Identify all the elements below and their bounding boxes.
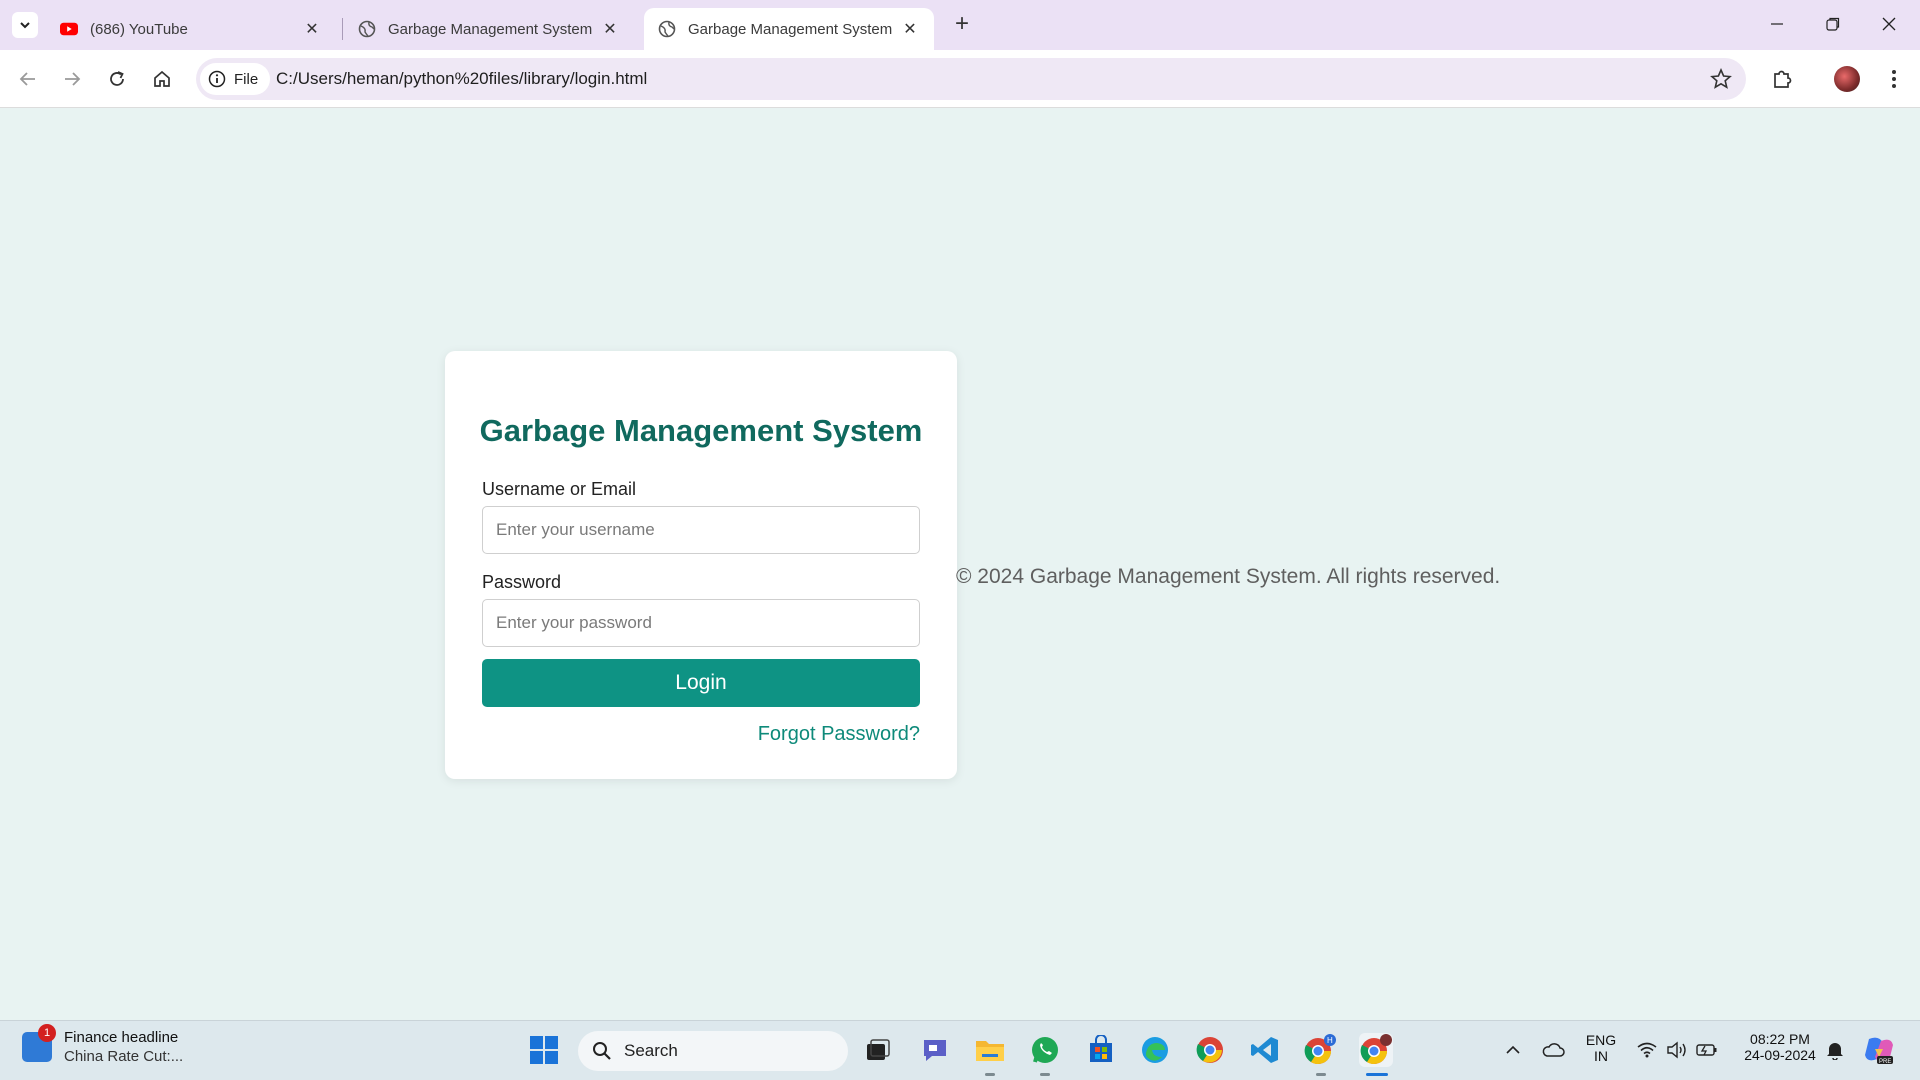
wifi-icon[interactable] [1630,1033,1664,1067]
site-info-chip[interactable]: File [200,63,271,95]
whatsapp-icon[interactable] [1028,1033,1062,1067]
edge-browser-icon[interactable] [1138,1033,1172,1067]
file-explorer-icon[interactable] [973,1033,1007,1067]
more-vertical-icon [1892,70,1896,88]
tab-title: (686) YouTube [90,20,188,38]
login-card: Garbage Management System Username or Em… [445,351,957,779]
restore-icon [1826,17,1840,31]
reload-button[interactable] [101,63,133,95]
home-button[interactable] [146,63,178,95]
volume-icon[interactable] [1660,1033,1694,1067]
browser-toolbar: File C:/Users/heman/python%20files/libra… [0,50,1920,108]
show-hidden-icons-button[interactable] [1496,1033,1530,1067]
svg-text:H: H [1327,1036,1333,1045]
news-widget[interactable]: 1 Finance headline China Rate Cut:... [22,1024,184,1065]
arrow-right-icon [65,72,81,86]
teams-chat-icon[interactable] [918,1033,952,1067]
running-indicator [1316,1073,1326,1076]
profile-button[interactable] [1831,63,1863,95]
tab-title: Garbage Management System [388,20,593,38]
news-subtitle: China Rate Cut:... [64,1048,184,1065]
forward-button[interactable] [56,63,88,95]
minimize-icon [1771,23,1783,25]
copyright-footer: © 2024 Garbage Management System. All ri… [956,565,1501,588]
tab-garbage-1[interactable]: Garbage Management System ✕ [344,8,634,50]
language-code: ENG [1585,1032,1617,1048]
news-headline: Finance headline [64,1029,179,1046]
microsoft-store-icon[interactable] [1084,1033,1118,1067]
news-icon: 1 [22,1024,56,1062]
address-bar[interactable]: File C:/Users/heman/python%20files/libra… [196,58,1746,100]
url-text[interactable]: C:/Users/heman/python%20files/library/lo… [276,69,647,89]
battery-icon[interactable] [1690,1033,1724,1067]
password-label: Password [482,572,562,592]
search-label: Search [624,1041,678,1060]
running-indicator [1040,1073,1050,1076]
browser-tab-strip: (686) YouTube ✕ Garbage Management Syste… [0,0,1920,50]
svg-text:PRE: PRE [1879,1059,1891,1065]
onedrive-cloud-icon[interactable] [1536,1033,1570,1067]
close-window-button[interactable] [1866,10,1912,40]
notification-badge: 1 [38,1024,56,1042]
globe-icon [358,20,376,38]
clock-date: 24-09-2024 [1744,1047,1816,1063]
back-button[interactable] [12,63,44,95]
arrow-left-icon [19,72,35,86]
bookmark-star-icon[interactable] [1710,68,1732,90]
tab-title: Garbage Management System [688,20,893,38]
tab-divider [342,18,343,40]
chevron-up-icon [1506,1045,1520,1054]
start-button[interactable] [527,1033,561,1067]
taskbar-search[interactable]: Search [578,1031,848,1071]
vscode-icon[interactable] [1248,1033,1282,1067]
close-icon[interactable]: ✕ [600,19,620,39]
browser-menu-button[interactable] [1878,63,1910,95]
running-indicator [985,1073,995,1076]
login-title: Garbage Management System [479,413,923,448]
tab-youtube[interactable]: (686) YouTube ✕ [46,8,336,50]
youtube-icon [60,20,78,38]
file-label: File [234,70,259,88]
close-icon [1882,17,1896,31]
clock-time: 08:22 PM [1750,1031,1810,1047]
password-input[interactable] [482,599,920,647]
info-icon [208,70,226,88]
avatar [1834,66,1860,92]
tab-search-button[interactable] [12,12,38,38]
username-label: Username or Email [482,479,637,499]
windows-taskbar: 1 Finance headline China Rate Cut:... Se… [0,1020,1920,1080]
chrome-icon[interactable] [1193,1033,1227,1067]
close-icon[interactable]: ✕ [900,19,920,39]
chrome-profile-active-icon[interactable] [1359,1033,1393,1067]
active-indicator [1366,1073,1388,1076]
restore-button[interactable] [1810,10,1856,40]
chrome-profile-h-icon[interactable]: H [1303,1033,1337,1067]
region-code: IN [1594,1048,1608,1064]
globe-icon [658,20,676,38]
copilot-icon[interactable]: PRE [1862,1033,1896,1067]
windows-logo-icon [530,1036,558,1064]
notifications-bell-icon[interactable] [1818,1033,1852,1067]
close-icon[interactable]: ✕ [302,19,322,39]
task-view-icon[interactable] [861,1033,895,1067]
reload-icon [110,71,124,86]
page-content: Garbage Management System Username or Em… [0,108,1920,1020]
language-indicator[interactable]: ENG IN [1583,1032,1619,1064]
extensions-button[interactable] [1766,63,1798,95]
username-input[interactable] [482,506,920,554]
new-tab-button[interactable]: + [948,11,976,39]
puzzle-icon [1774,70,1792,88]
login-button[interactable]: Login [482,659,920,707]
search-icon [593,1042,611,1060]
home-icon [154,70,170,87]
minimize-button[interactable] [1754,10,1800,40]
tab-garbage-2-active[interactable]: Garbage Management System ✕ [644,8,934,50]
chevron-down-icon [20,22,30,29]
forgot-password-link[interactable]: Forgot Password? [758,723,920,746]
clock[interactable]: 08:22 PM 24-09-2024 [1734,1031,1826,1063]
